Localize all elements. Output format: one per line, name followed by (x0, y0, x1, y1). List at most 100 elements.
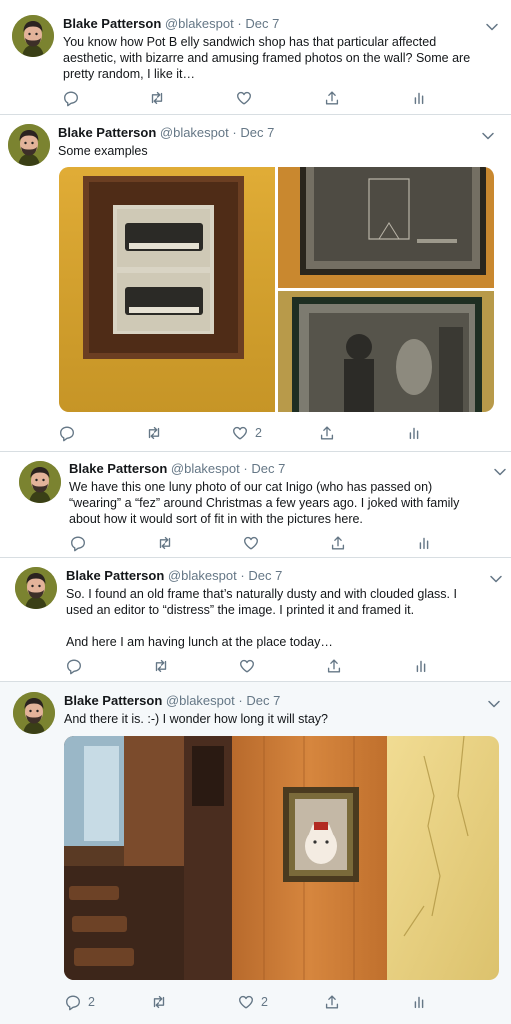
share-button[interactable] (323, 88, 341, 108)
tweet-4[interactable]: Blake Patterson @blakespot · Dec 7 So. I… (0, 558, 511, 680)
reply-button[interactable] (65, 656, 89, 676)
author-name[interactable]: Blake Patterson (64, 693, 162, 708)
author-name[interactable]: Blake Patterson (69, 461, 167, 476)
share-icon (329, 534, 347, 552)
avatar[interactable] (19, 461, 61, 503)
tweet-date[interactable]: Dec 7 (251, 461, 285, 476)
retweet-icon (145, 424, 163, 442)
analytics-button[interactable] (415, 533, 433, 553)
author-name[interactable]: Blake Patterson (66, 568, 164, 583)
analytics-icon (412, 657, 430, 675)
photo-framed-vintage-scene[interactable] (278, 291, 494, 412)
avatar[interactable] (12, 15, 54, 57)
like-button[interactable] (235, 88, 259, 108)
separator-dot: · (237, 16, 242, 31)
avatar[interactable] (8, 124, 50, 166)
photo-grid[interactable] (59, 167, 494, 412)
retweet-button[interactable] (152, 656, 170, 676)
tweet-3[interactable]: Blake Patterson @blakespot · Dec 7 We ha… (0, 452, 511, 555)
analytics-button[interactable] (405, 423, 423, 443)
heart-icon (238, 657, 256, 675)
tweet-header: Blake Patterson @blakespot · Dec 7 (69, 461, 285, 477)
author-name[interactable]: Blake Patterson (63, 16, 161, 31)
share-button[interactable] (325, 656, 343, 676)
retweet-icon (150, 993, 168, 1011)
reply-button[interactable] (62, 88, 86, 108)
author-handle[interactable]: @blakespot (160, 125, 229, 140)
tweet-header: Blake Patterson @blakespot · Dec 7 (58, 125, 274, 141)
like-count: 2 (255, 426, 262, 440)
analytics-button[interactable] (410, 992, 428, 1012)
separator-dot: · (243, 461, 248, 476)
heart-icon (231, 424, 249, 442)
separator-dot: · (240, 568, 245, 583)
retweet-button[interactable] (148, 88, 166, 108)
like-button[interactable] (242, 533, 266, 553)
share-button[interactable] (329, 533, 347, 553)
reply-button[interactable] (58, 423, 82, 443)
analytics-icon (415, 534, 433, 552)
author-handle[interactable]: @blakespot (166, 693, 235, 708)
chevron-down-icon[interactable] (481, 128, 495, 138)
reply-button[interactable] (69, 533, 93, 553)
tweet-2[interactable]: Blake Patterson @blakespot · Dec 7 Some … (0, 115, 511, 450)
separator-dot: · (232, 125, 237, 140)
like-button[interactable] (238, 656, 262, 676)
share-button[interactable] (318, 423, 336, 443)
analytics-icon (410, 89, 428, 107)
share-icon (325, 657, 343, 675)
photo-framed-team-pictures[interactable] (59, 167, 275, 412)
tweet-1[interactable]: Blake Patterson @blakespot · Dec 7 You k… (0, 4, 511, 112)
like-count: 2 (261, 995, 268, 1009)
retweet-button[interactable] (156, 533, 174, 553)
tweet-date[interactable]: Dec 7 (248, 568, 282, 583)
share-icon (323, 993, 341, 1011)
reply-icon (65, 657, 83, 675)
chevron-down-icon[interactable] (493, 464, 507, 474)
tweet-actions (0, 88, 511, 108)
chevron-down-icon[interactable] (487, 696, 501, 706)
reply-button[interactable]: 2 (64, 992, 95, 1012)
tweet-actions: 2 (0, 423, 511, 443)
retweet-button[interactable] (145, 423, 163, 443)
avatar[interactable] (13, 692, 55, 734)
author-handle[interactable]: @blakespot (171, 461, 240, 476)
author-name[interactable]: Blake Patterson (58, 125, 156, 140)
heart-icon (242, 534, 260, 552)
heart-icon (235, 89, 253, 107)
like-button[interactable]: 2 (237, 992, 268, 1012)
tweet-header: Blake Patterson @blakespot · Dec 7 (66, 568, 282, 584)
reply-icon (62, 89, 80, 107)
tweet-text: You know how Pot B elly sandwich shop ha… (63, 35, 471, 81)
tweet-text: And there it is. :-) I wonder how long i… (64, 712, 329, 726)
retweet-icon (148, 89, 166, 107)
reply-count: 2 (88, 995, 95, 1009)
separator-dot: · (238, 693, 243, 708)
share-button[interactable] (323, 992, 341, 1012)
analytics-button[interactable] (412, 656, 430, 676)
tweet-date[interactable]: Dec 7 (246, 693, 280, 708)
tweet-text: Some examples (58, 144, 148, 158)
author-handle[interactable]: @blakespot (165, 16, 234, 31)
retweet-icon (156, 534, 174, 552)
tweet-date[interactable]: Dec 7 (245, 16, 279, 31)
author-handle[interactable]: @blakespot (168, 568, 237, 583)
retweet-button[interactable] (150, 992, 168, 1012)
chevron-down-icon[interactable] (485, 19, 499, 29)
chevron-down-icon[interactable] (489, 571, 503, 581)
tweet-text: We have this one luny photo of our cat I… (69, 480, 460, 526)
analytics-button[interactable] (410, 88, 428, 108)
like-button[interactable]: 2 (231, 423, 262, 443)
analytics-icon (410, 993, 428, 1011)
photo-framed-blueprint[interactable] (278, 167, 494, 288)
heart-icon (237, 993, 255, 1011)
avatar[interactable] (15, 567, 57, 609)
analytics-icon (405, 424, 423, 442)
share-icon (318, 424, 336, 442)
retweet-icon (152, 657, 170, 675)
photo-restaurant-wall[interactable] (64, 736, 499, 980)
tweet-5[interactable]: Blake Patterson @blakespot · Dec 7 And t… (0, 682, 511, 1024)
reply-icon (58, 424, 76, 442)
tweet-date[interactable]: Dec 7 (240, 125, 274, 140)
reply-icon (69, 534, 87, 552)
